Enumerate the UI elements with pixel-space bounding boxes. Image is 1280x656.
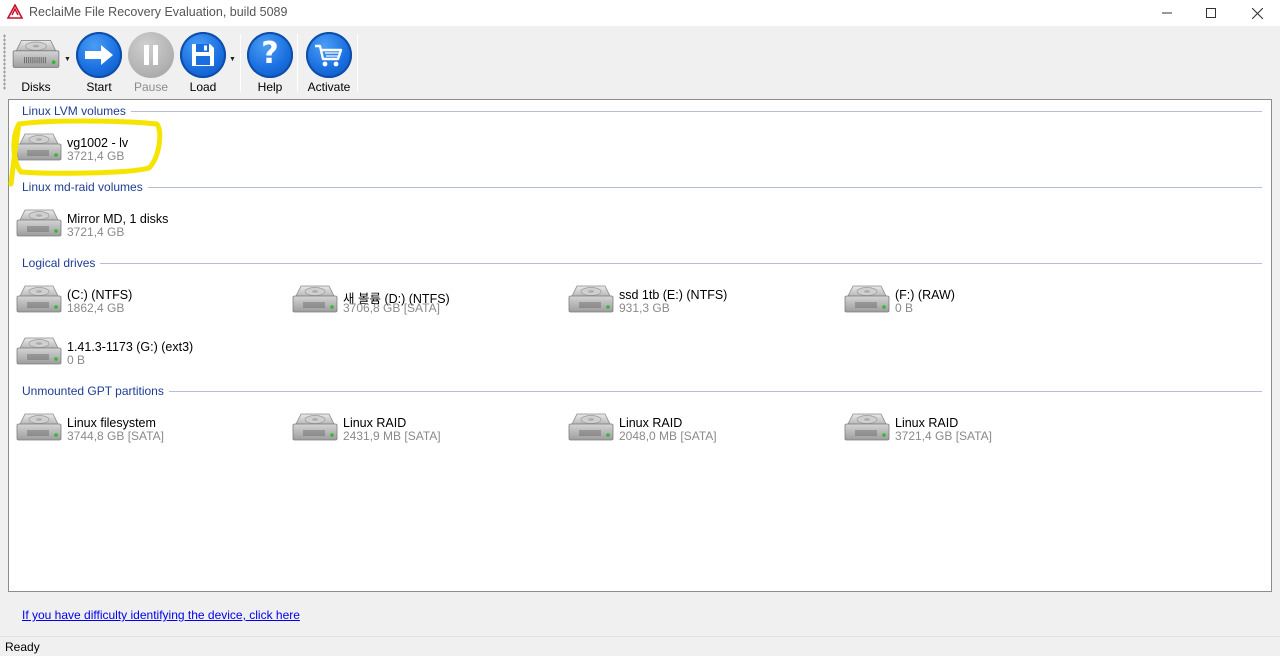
help-button[interactable]: ? Help <box>244 30 296 96</box>
close-icon <box>1251 7 1263 19</box>
device-name: Linux RAID <box>895 416 959 430</box>
device-item-drive-c[interactable]: (C:) (NTFS) 1862,4 GB <box>10 280 280 324</box>
section-title: Linux LVM volumes <box>22 104 126 118</box>
start-button[interactable]: Start <box>73 30 125 96</box>
toolbar-separator <box>357 34 358 92</box>
hard-drive-icon <box>14 410 64 448</box>
device-size: 3721,4 GB <box>67 225 125 239</box>
device-item-drive-f[interactable]: (F:) (RAW) 0 B <box>838 280 1108 324</box>
section-title: Logical drives <box>22 256 96 270</box>
hard-drive-icon <box>14 334 64 372</box>
hard-drive-icon <box>842 410 892 448</box>
device-name: Linux RAID <box>343 416 407 430</box>
hard-drive-icon <box>566 282 616 320</box>
hard-drive-icon <box>14 206 64 244</box>
load-button[interactable]: Load <box>177 30 229 96</box>
window-title: ReclaiMe File Recovery Evaluation, build… <box>29 5 288 19</box>
help-identify-device-link[interactable]: If you have difficulty identifying the d… <box>22 608 300 622</box>
disks-button[interactable]: Disks <box>8 30 64 96</box>
section-header-mdraid: Linux md-raid volumes <box>22 180 1262 194</box>
device-name: vg1002 - lv <box>67 136 129 150</box>
hard-drive-icon <box>842 282 892 320</box>
title-bar: ReclaiMe File Recovery Evaluation, build… <box>0 0 1280 26</box>
minimize-icon <box>1162 12 1172 14</box>
activate-button[interactable]: Activate <box>303 30 355 96</box>
device-list-panel[interactable]: Linux LVM volumes vg1002 - lv 3721,4 GB … <box>8 99 1272 592</box>
toolbar: Disks ▼ Start Pause Load ▼ ? Help Activa… <box>0 26 1280 96</box>
device-item-gpt-linux-raid-1[interactable]: Linux RAID 2431,9 MB [SATA] <box>286 408 556 452</box>
device-name: (C:) (NTFS) <box>67 288 133 302</box>
hard-drive-icon <box>14 130 64 168</box>
maximize-icon <box>1206 8 1216 18</box>
section-title: Linux md-raid volumes <box>22 180 143 194</box>
arrow-right-icon <box>85 45 113 65</box>
pause-button[interactable]: Pause <box>125 30 177 96</box>
question-mark-icon: ? <box>261 36 279 71</box>
activate-label: Activate <box>307 80 351 94</box>
device-name: 1.41.3-1173 (G:) (ext3) <box>67 340 194 354</box>
device-name: Mirror MD, 1 disks <box>67 212 169 226</box>
device-name: (F:) (RAW) <box>895 288 955 302</box>
device-size: 0 B <box>895 301 914 315</box>
device-item-drive-d[interactable]: 새 볼륨 (D:) (NTFS) 3706,8 GB [SATA] <box>286 280 556 324</box>
shopping-cart-icon <box>315 44 343 67</box>
hard-drive-icon <box>290 282 340 320</box>
hard-drive-icon <box>14 282 64 320</box>
device-item-drive-g[interactable]: 1.41.3-1173 (G:) (ext3) 0 B <box>10 332 280 376</box>
disks-icon <box>10 36 62 76</box>
device-item-gpt-linux-raid-2[interactable]: Linux RAID 2048,0 MB [SATA] <box>562 408 832 452</box>
device-size: 3721,4 GB <box>67 149 125 163</box>
close-button[interactable] <box>1234 0 1280 26</box>
device-name: Linux RAID <box>619 416 683 430</box>
maximize-button[interactable] <box>1188 0 1234 26</box>
hard-drive-icon <box>290 410 340 448</box>
section-title: Unmounted GPT partitions <box>22 384 164 398</box>
device-item-lvm[interactable]: vg1002 - lv 3721,4 GB <box>10 128 280 172</box>
status-bar: Ready <box>0 636 1280 656</box>
help-label: Help <box>257 80 283 94</box>
disks-label: Disks <box>21 80 51 94</box>
minimize-button[interactable] <box>1144 0 1190 26</box>
device-size: 2431,9 MB [SATA] <box>343 429 441 443</box>
device-item-mdraid[interactable]: Mirror MD, 1 disks 3721,4 GB <box>10 204 280 248</box>
load-dropdown-arrow-icon[interactable]: ▼ <box>229 56 236 63</box>
section-header-lvm: Linux LVM volumes <box>22 104 1262 118</box>
device-size: 0 B <box>67 353 86 367</box>
section-header-logical: Logical drives <box>22 256 1262 270</box>
device-size: 3706,8 GB [SATA] <box>343 301 440 315</box>
device-name: ssd 1tb (E:) (NTFS) <box>619 288 728 302</box>
app-logo-icon <box>7 4 23 19</box>
pause-icon <box>144 45 158 65</box>
device-name: Linux filesystem <box>67 416 156 430</box>
status-text: Ready <box>5 640 40 654</box>
device-size: 931,3 GB <box>619 301 670 315</box>
device-size: 3721,4 GB [SATA] <box>895 429 992 443</box>
hard-drive-icon <box>566 410 616 448</box>
device-item-drive-e[interactable]: ssd 1tb (E:) (NTFS) 931,3 GB <box>562 280 832 324</box>
device-size: 2048,0 MB [SATA] <box>619 429 717 443</box>
device-item-gpt-linux-filesystem[interactable]: Linux filesystem 3744,8 GB [SATA] <box>10 408 280 452</box>
section-header-gpt: Unmounted GPT partitions <box>22 384 1262 398</box>
load-label: Load <box>189 80 217 94</box>
disks-dropdown-arrow-icon[interactable]: ▼ <box>64 56 71 63</box>
device-size: 1862,4 GB <box>67 301 125 315</box>
floppy-save-icon <box>192 44 214 66</box>
device-item-gpt-linux-raid-3[interactable]: Linux RAID 3721,4 GB [SATA] <box>838 408 1108 452</box>
device-size: 3744,8 GB [SATA] <box>67 429 164 443</box>
